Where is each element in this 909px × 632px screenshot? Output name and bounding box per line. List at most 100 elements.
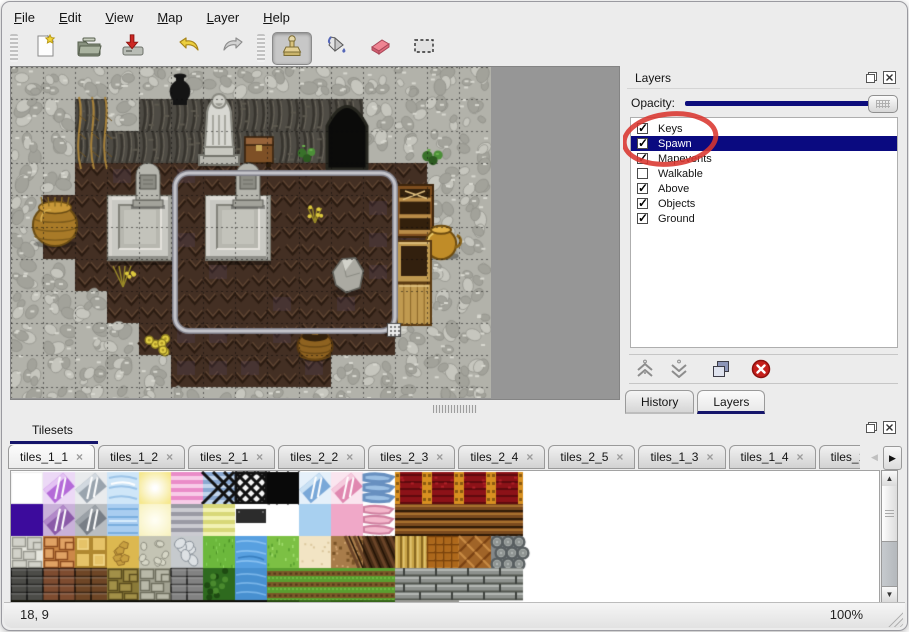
menu-item-help[interactable]: Help [263, 10, 290, 25]
layers-dock: Layers Opacity: ✓Keys✓Spawn✓MapeventsWal… [623, 68, 904, 414]
close-tab-icon[interactable]: × [76, 450, 83, 464]
redo-button[interactable] [213, 32, 253, 65]
splitter-handle[interactable] [433, 405, 477, 413]
select-tool-button[interactable] [404, 32, 444, 65]
map-viewport[interactable] [10, 66, 620, 400]
layer-row-mapevents[interactable]: ✓Mapevents [631, 151, 897, 166]
scrollbar-thumb[interactable] [882, 486, 897, 542]
undo-icon [175, 33, 203, 64]
scroll-down-icon[interactable]: ▼ [882, 586, 897, 602]
duplicate-layer-button[interactable] [709, 358, 733, 380]
menu-item-map[interactable]: Map [157, 10, 182, 25]
layer-name: Walkable [658, 168, 703, 180]
save-file-icon [119, 33, 147, 64]
raise-layer-button[interactable] [633, 358, 657, 380]
tileset-tab-label: tiles_1_ [831, 450, 860, 464]
close-tab-icon[interactable]: × [616, 450, 623, 464]
close-tab-icon[interactable]: × [797, 450, 804, 464]
close-tab-icon[interactable]: × [346, 450, 353, 464]
close-tab-icon[interactable]: × [706, 450, 713, 464]
layer-name: Keys [658, 123, 682, 135]
tile-palette[interactable] [10, 470, 880, 603]
close-tab-icon[interactable]: × [526, 450, 533, 464]
open-file-button[interactable] [69, 32, 109, 65]
zoom-level: 100% [830, 607, 863, 622]
stamp-tool-button[interactable] [272, 32, 312, 65]
tileset-tab-tiles_1_4[interactable]: tiles_1_4 × [729, 445, 816, 469]
tileset-tab-tiles_2_1[interactable]: tiles_2_1 × [188, 445, 275, 469]
layer-visibility-checkbox[interactable]: ✓ [637, 153, 648, 164]
layer-row-keys[interactable]: ✓ Keys [631, 121, 897, 136]
opacity-slider-track [685, 101, 896, 106]
menu-item-layer[interactable]: Layer [207, 10, 240, 25]
menu-item-file[interactable]: File [14, 10, 35, 25]
delete-layer-button[interactable] [749, 358, 773, 380]
layer-visibility-checkbox[interactable]: ✓ [637, 138, 648, 149]
layer-row-spawn[interactable]: ✓Spawn [631, 136, 897, 151]
resize-grip[interactable] [885, 609, 903, 627]
layer-name: Ground [658, 213, 695, 225]
eraser-tool-button[interactable] [360, 32, 400, 65]
tileset-tab-label: tiles_1_4 [741, 450, 789, 464]
editor-window: FileEditViewMapLayerHelp Layers Opacity: [1, 1, 908, 631]
lower-layer-button[interactable] [667, 358, 691, 380]
menu-item-view[interactable]: View [105, 10, 133, 25]
app-screen: FileEditViewMapLayerHelp Layers Opacity: [0, 0, 909, 632]
close-tab-icon[interactable]: × [256, 450, 263, 464]
palette-canvas[interactable] [11, 471, 879, 603]
tileset-tab-tiles_1_3[interactable]: tiles_1_3 × [638, 445, 725, 469]
layer-visibility-checkbox[interactable]: ✓ [637, 198, 648, 209]
redo-icon [219, 33, 247, 64]
undo-button[interactable] [169, 32, 209, 65]
stamp-tool-icon [279, 33, 305, 64]
tileset-tab-tiles_2_4[interactable]: tiles_2_4× [458, 445, 545, 469]
layer-row-ground[interactable]: ✓ Ground [631, 211, 897, 226]
dock-tab-bar: HistoryLayers [625, 389, 768, 414]
opacity-slider-handle[interactable] [868, 95, 898, 113]
toolbar [8, 30, 901, 66]
open-file-icon [75, 33, 103, 64]
tileset-tab-bar: tiles_1_1×tiles_1_2×tiles_2_1×tiles_2_2×… [8, 445, 860, 469]
close-tilesets-icon[interactable] [883, 421, 896, 434]
tileset-tab-label: tiles_1_3 [650, 450, 698, 464]
layer-row-objects[interactable]: ✓Objects [631, 196, 897, 211]
tileset-tab-label: tiles_2_1 [200, 450, 248, 464]
layers-dock-header: Layers [627, 68, 900, 89]
tileset-tab-tiles_2_2[interactable]: tiles_2_2× [278, 445, 365, 469]
layer-row-walkable[interactable]: Walkable [631, 166, 897, 181]
tileset-tab-tiles_2_5[interactable]: tiles_2_5× [548, 445, 635, 469]
opacity-slider[interactable] [683, 95, 898, 112]
tileset-tab-tiles_1_1[interactable]: tiles_1_1× [8, 445, 95, 469]
cursor-coordinates: 18, 9 [20, 607, 49, 622]
layer-visibility-checkbox[interactable]: ✓ [637, 123, 648, 134]
eraser-tool-icon [366, 33, 394, 64]
scroll-tabs-left-icon[interactable]: ◀ [866, 446, 883, 468]
layer-visibility-checkbox[interactable]: ✓ [637, 183, 648, 194]
float-panel-icon[interactable] [865, 71, 878, 84]
layer-visibility-checkbox[interactable]: ✓ [637, 213, 648, 224]
tileset-tab-tiles_1_2[interactable]: tiles_1_2 × [98, 445, 185, 469]
scroll-up-icon[interactable]: ▲ [882, 471, 897, 487]
layer-list: ✓ Keys✓Spawn✓Mapevents Walkable✓Above✓Obje… [630, 117, 898, 348]
new-file-button[interactable] [25, 32, 65, 65]
tileset-tab-tiles_1_[interactable]: tiles_1_ [819, 445, 860, 469]
menu-item-edit[interactable]: Edit [59, 10, 81, 25]
fill-tool-button[interactable] [316, 32, 356, 65]
close-panel-icon[interactable] [883, 71, 896, 84]
palette-scrollbar[interactable]: ▲ ▼ [881, 470, 898, 603]
layer-visibility-checkbox[interactable] [637, 168, 648, 179]
close-tab-icon[interactable]: × [436, 450, 443, 464]
scroll-tabs-right-icon[interactable]: ▶ [883, 446, 902, 470]
dock-tab-history[interactable]: History [625, 390, 694, 414]
save-file-button[interactable] [113, 32, 153, 65]
map-canvas[interactable] [11, 67, 491, 398]
close-tab-icon[interactable]: × [166, 450, 173, 464]
layer-actions [629, 354, 898, 384]
float-tilesets-icon[interactable] [865, 421, 878, 434]
tab-scroll-buttons: ◀ ▶ [866, 446, 902, 470]
layer-row-above[interactable]: ✓Above [631, 181, 897, 196]
tileset-tab-tiles_2_3[interactable]: tiles_2_3× [368, 445, 455, 469]
tileset-tab-label: tiles_1_2 [110, 450, 158, 464]
tilesets-panel: Tilesets tiles_1_1×tiles_1_2×tiles_2_1×t… [6, 418, 904, 606]
dock-tab-layers[interactable]: Layers [697, 390, 765, 414]
